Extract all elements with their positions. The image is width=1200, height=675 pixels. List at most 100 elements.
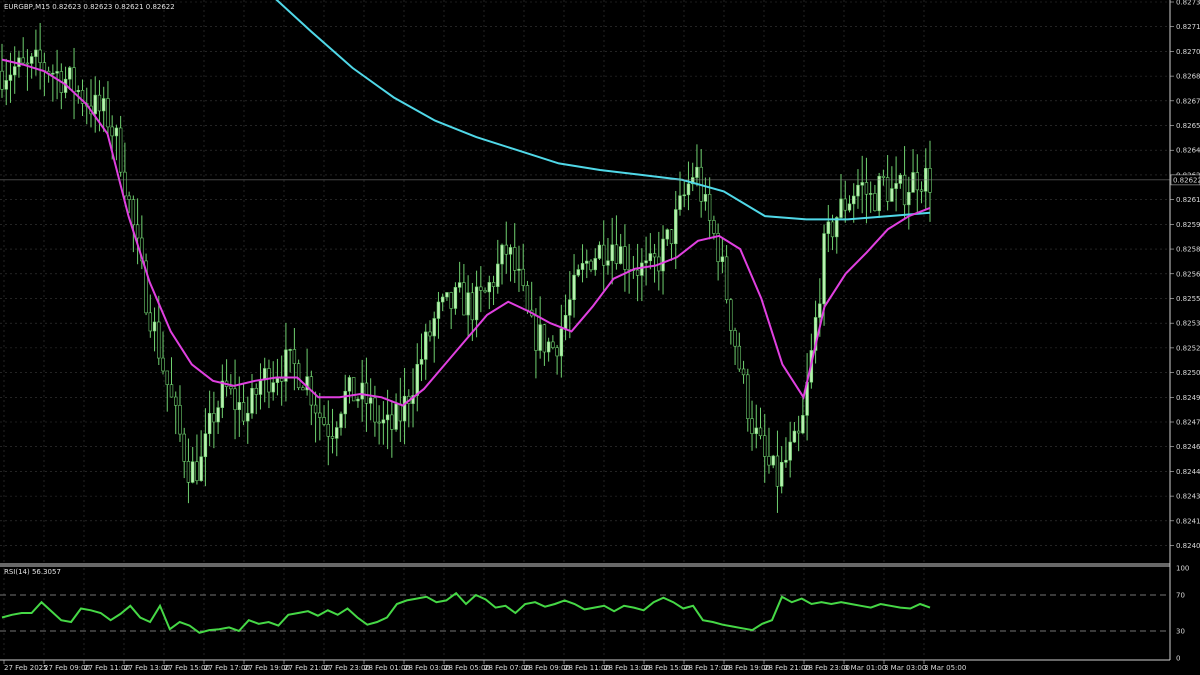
- candle-body: [792, 430, 797, 443]
- candle-body: [25, 62, 30, 65]
- candle-body: [563, 315, 568, 330]
- price-tick-label: 0.82715: [1176, 23, 1200, 31]
- candle-body: [576, 269, 580, 276]
- candle-body: [483, 290, 487, 293]
- candle-body: [724, 256, 729, 301]
- price-tick-label: 0.82700: [1176, 48, 1200, 56]
- candle-body: [911, 172, 915, 193]
- price-tick-label: 0.82670: [1176, 97, 1200, 105]
- candle-body: [856, 184, 860, 197]
- candle-body: [555, 347, 559, 357]
- candle-body: [385, 414, 390, 421]
- candle-body: [237, 402, 241, 411]
- candle-body: [360, 382, 364, 400]
- candle-body: [648, 253, 653, 262]
- candle-body: [190, 461, 195, 483]
- candle-body: [271, 382, 275, 393]
- candle-body: [868, 193, 873, 195]
- candle-body: [479, 286, 483, 291]
- candle-body: [301, 387, 305, 391]
- price-tick-label: 0.82430: [1176, 493, 1200, 501]
- candle-body: [758, 427, 763, 437]
- candle-body: [330, 436, 335, 439]
- candle-body: [436, 301, 441, 319]
- candle-body: [449, 292, 453, 309]
- candle-body: [118, 127, 123, 173]
- current-price-label: 0.82622: [1173, 176, 1200, 184]
- candle-body: [212, 413, 216, 423]
- candle-body: [593, 258, 597, 271]
- candle-body: [398, 403, 403, 422]
- candle-body: [123, 171, 127, 197]
- candle-body: [246, 412, 250, 422]
- candle-body: [38, 49, 42, 63]
- candle-body: [335, 427, 339, 439]
- candle-body: [343, 390, 347, 415]
- candle-body: [500, 244, 504, 265]
- candle-body: [220, 380, 225, 408]
- candle-body: [148, 312, 153, 332]
- price-tick-label: 0.82460: [1176, 443, 1200, 451]
- candle-body: [347, 377, 352, 392]
- candle-body: [864, 182, 869, 195]
- candle-body: [784, 459, 788, 463]
- candle-body: [674, 209, 678, 245]
- price-tick-label: 0.82640: [1176, 147, 1200, 155]
- rsi-tick-label: 30: [1176, 628, 1185, 636]
- candle-body: [13, 66, 17, 76]
- candle-body: [182, 433, 186, 462]
- candle-body: [788, 441, 792, 461]
- candle-body: [0, 70, 4, 90]
- price-tick-label: 0.82730: [1176, 0, 1200, 7]
- candle-body: [678, 195, 682, 210]
- price-tick-label: 0.82490: [1176, 394, 1200, 402]
- price-tick-label: 0.82595: [1176, 221, 1200, 229]
- candle-body: [432, 318, 436, 337]
- candle-body: [326, 424, 330, 437]
- candle-body: [258, 379, 263, 395]
- candle-body: [110, 126, 114, 137]
- trading-chart-window[interactable]: 0.82730 0.82715 0.82700 0.82685 0.82670 0.826…: [0, 0, 1200, 675]
- candle-body: [275, 378, 280, 383]
- candle-body: [364, 382, 369, 404]
- candle-body: [114, 127, 119, 137]
- candle-body: [779, 462, 784, 487]
- candle-body: [513, 247, 517, 271]
- candle-body: [733, 330, 737, 347]
- rsi-tick-label: 70: [1176, 592, 1185, 600]
- candle-body: [352, 377, 356, 402]
- candle-body: [93, 94, 97, 115]
- candle-body: [801, 415, 805, 434]
- candle-body: [919, 189, 924, 192]
- candle-body: [873, 193, 877, 212]
- candle-body: [843, 198, 847, 211]
- candle-body: [72, 67, 76, 93]
- candle-body: [17, 57, 21, 67]
- candle-body: [51, 72, 55, 75]
- candle-body: [750, 418, 754, 434]
- candle-body: [250, 387, 254, 414]
- candle-body: [915, 172, 919, 191]
- candle-body: [165, 370, 169, 385]
- candle-body: [572, 274, 576, 301]
- candle-body: [830, 221, 835, 238]
- candle-body: [546, 341, 551, 353]
- candle-body: [885, 177, 890, 202]
- candle-body: [720, 256, 725, 262]
- candle-body: [640, 262, 644, 276]
- price-tick-label: 0.82580: [1176, 246, 1200, 254]
- candle-body: [589, 260, 593, 271]
- candle-body: [106, 98, 110, 128]
- candle-body: [207, 413, 212, 435]
- candle-body: [729, 299, 733, 331]
- candle-body: [635, 269, 640, 276]
- candle-body: [34, 49, 38, 57]
- candle-body: [610, 244, 614, 262]
- candle-body: [97, 94, 102, 112]
- candle-body: [322, 417, 326, 425]
- candle-body: [390, 414, 394, 430]
- candle-body: [101, 98, 106, 112]
- time-tick-label: 27 Feb 2025: [4, 664, 48, 672]
- candle-body: [453, 287, 458, 309]
- candle-body: [890, 188, 894, 202]
